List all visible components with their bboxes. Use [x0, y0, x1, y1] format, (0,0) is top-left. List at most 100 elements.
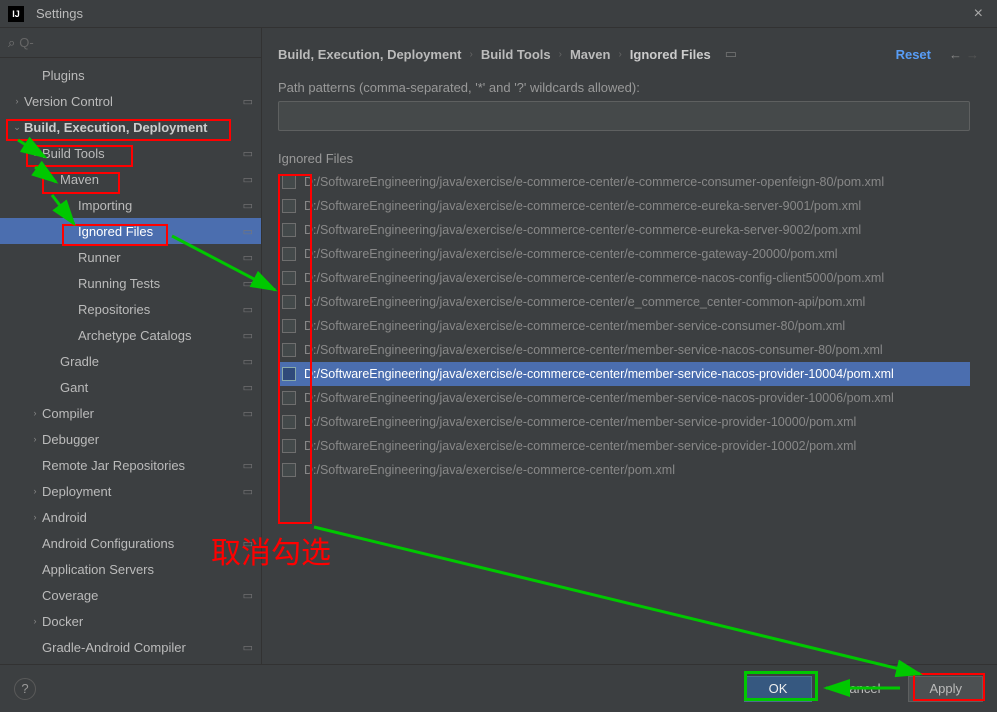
apply-button[interactable]: Apply	[908, 676, 983, 702]
sidebar-item-label: Deployment	[42, 484, 243, 499]
checkbox[interactable]	[282, 223, 296, 237]
ignored-file-row[interactable]: D:/SoftwareEngineering/java/exercise/e-c…	[278, 218, 970, 242]
sidebar-item-repositories[interactable]: Repositories▭	[0, 296, 261, 322]
checkbox[interactable]	[282, 367, 296, 381]
sidebar-item-android-configurations[interactable]: Android Configurations▭	[0, 530, 261, 556]
ignored-file-row[interactable]: D:/SoftwareEngineering/java/exercise/e-c…	[278, 290, 970, 314]
search-icon: ⌕	[8, 35, 15, 51]
checkbox[interactable]	[282, 295, 296, 309]
sidebar-item-debugger[interactable]: ›Debugger	[0, 426, 261, 452]
checkbox[interactable]	[282, 463, 296, 477]
search-row: ⌕	[0, 28, 261, 58]
sidebar-item-ignored-files[interactable]: Ignored Files▭	[0, 218, 261, 244]
checkbox[interactable]	[282, 391, 296, 405]
checkbox[interactable]	[282, 199, 296, 213]
help-icon[interactable]: ?	[14, 678, 36, 700]
sidebar-item-label: Ignored Files	[78, 224, 243, 239]
forward-icon: →	[966, 47, 979, 62]
sidebar-item-label: Repositories	[78, 302, 243, 317]
app-icon: IJ	[8, 6, 24, 22]
cancel-button[interactable]: Cancel	[820, 676, 900, 702]
ignored-file-row[interactable]: D:/SoftwareEngineering/java/exercise/e-c…	[278, 266, 970, 290]
checkbox[interactable]	[282, 415, 296, 429]
breadcrumb-item[interactable]: Ignored Files	[630, 47, 711, 62]
sidebar-item-label: Runner	[78, 250, 243, 265]
checkbox[interactable]	[282, 343, 296, 357]
back-icon[interactable]: ←	[949, 47, 962, 62]
breadcrumb-sep: ›	[469, 49, 472, 60]
sidebar-item-application-servers[interactable]: Application Servers	[0, 556, 261, 582]
sidebar-item-gradle-android-compiler[interactable]: Gradle-Android Compiler▭	[0, 634, 261, 660]
scope-icon: ▭	[243, 225, 253, 238]
sidebar-item-build-execution-deployment[interactable]: ⌄Build, Execution, Deployment	[0, 114, 261, 140]
sidebar-item-remote-jar-repositories[interactable]: Remote Jar Repositories▭	[0, 452, 261, 478]
breadcrumb-item[interactable]: Build, Execution, Deployment	[278, 47, 461, 62]
chevron-icon: ›	[28, 616, 42, 626]
sidebar-item-label: Android Configurations	[42, 536, 243, 551]
scope-icon: ▭	[243, 173, 253, 186]
chevron-icon: ›	[28, 408, 42, 418]
settings-tree: Plugins ›Version Control▭⌄Build, Executio…	[0, 58, 261, 664]
checkbox[interactable]	[282, 247, 296, 261]
patterns-input[interactable]	[278, 101, 970, 131]
scope-icon: ▭	[243, 277, 253, 290]
breadcrumb-sep: ›	[559, 49, 562, 60]
file-path: D:/SoftwareEngineering/java/exercise/e-c…	[304, 367, 894, 381]
search-input[interactable]	[19, 35, 253, 50]
checkbox[interactable]	[282, 439, 296, 453]
ignored-file-row[interactable]: D:/SoftwareEngineering/java/exercise/e-c…	[278, 434, 970, 458]
sidebar-item-label: Build Tools	[42, 146, 243, 161]
ignored-file-row[interactable]: D:/SoftwareEngineering/java/exercise/e-c…	[278, 338, 970, 362]
sidebar-item-label: Gradle	[60, 354, 243, 369]
sidebar-item-label: Plugins	[42, 68, 261, 83]
sidebar-item-maven[interactable]: ⌄Maven▭	[0, 166, 261, 192]
sidebar-item-importing[interactable]: Importing▭	[0, 192, 261, 218]
scope-icon: ▭	[243, 589, 253, 602]
ok-button[interactable]: OK	[744, 676, 812, 702]
sidebar-item-label: Docker	[42, 614, 261, 629]
sidebar-item-label: Remote Jar Repositories	[42, 458, 243, 473]
sidebar-item-label: Android	[42, 510, 261, 525]
scope-icon: ▭	[243, 381, 253, 394]
checkbox[interactable]	[282, 175, 296, 189]
sidebar-item-coverage[interactable]: Coverage▭	[0, 582, 261, 608]
breadcrumb-item[interactable]: Maven	[570, 47, 610, 62]
sidebar-item-docker[interactable]: ›Docker	[0, 608, 261, 634]
ignored-file-row[interactable]: D:/SoftwareEngineering/java/exercise/e-c…	[278, 386, 970, 410]
footer: ? OK Cancel Apply	[0, 664, 997, 712]
titlebar: IJ Settings ×	[0, 0, 997, 28]
checkbox[interactable]	[282, 319, 296, 333]
ignored-file-row[interactable]: D:/SoftwareEngineering/java/exercise/e-c…	[278, 410, 970, 434]
sidebar-item-archetype-catalogs[interactable]: Archetype Catalogs▭	[0, 322, 261, 348]
sidebar-item-version-control[interactable]: ›Version Control▭	[0, 88, 261, 114]
sidebar-item-gant[interactable]: Gant▭	[0, 374, 261, 400]
ignored-file-row[interactable]: D:/SoftwareEngineering/java/exercise/e-c…	[278, 458, 970, 482]
close-icon[interactable]: ×	[968, 5, 989, 23]
sidebar-item-compiler[interactable]: ›Compiler▭	[0, 400, 261, 426]
chevron-icon: ›	[28, 434, 42, 444]
ignored-file-row[interactable]: D:/SoftwareEngineering/java/exercise/e-c…	[278, 194, 970, 218]
file-path: D:/SoftwareEngineering/java/exercise/e-c…	[304, 175, 884, 189]
file-path: D:/SoftwareEngineering/java/exercise/e-c…	[304, 199, 861, 213]
ignored-file-row[interactable]: D:/SoftwareEngineering/java/exercise/e-c…	[278, 242, 970, 266]
scope-icon: ▭	[243, 147, 253, 160]
breadcrumb-sep: ›	[618, 49, 621, 60]
sidebar-item-plugins[interactable]: Plugins	[0, 62, 261, 88]
ignored-file-row[interactable]: D:/SoftwareEngineering/java/exercise/e-c…	[278, 170, 970, 194]
sidebar-item-build-tools[interactable]: ⌄Build Tools▭	[0, 140, 261, 166]
checkbox[interactable]	[282, 271, 296, 285]
scope-icon: ▭	[243, 329, 253, 342]
sidebar-item-running-tests[interactable]: Running Tests▭	[0, 270, 261, 296]
sidebar-item-gradle[interactable]: Gradle▭	[0, 348, 261, 374]
ignored-file-row[interactable]: D:/SoftwareEngineering/java/exercise/e-c…	[278, 362, 970, 386]
sidebar-item-runner[interactable]: Runner▭	[0, 244, 261, 270]
file-path: D:/SoftwareEngineering/java/exercise/e-c…	[304, 439, 856, 453]
sidebar-item-deployment[interactable]: ›Deployment▭	[0, 478, 261, 504]
reset-link[interactable]: Reset	[896, 47, 931, 62]
sidebar-item-label: Application Servers	[42, 562, 261, 577]
settings-body: Path patterns (comma-separated, '*' and …	[262, 80, 997, 664]
chevron-icon: ⌄	[46, 174, 60, 185]
sidebar-item-android[interactable]: ›Android	[0, 504, 261, 530]
ignored-file-row[interactable]: D:/SoftwareEngineering/java/exercise/e-c…	[278, 314, 970, 338]
breadcrumb-item[interactable]: Build Tools	[481, 47, 551, 62]
